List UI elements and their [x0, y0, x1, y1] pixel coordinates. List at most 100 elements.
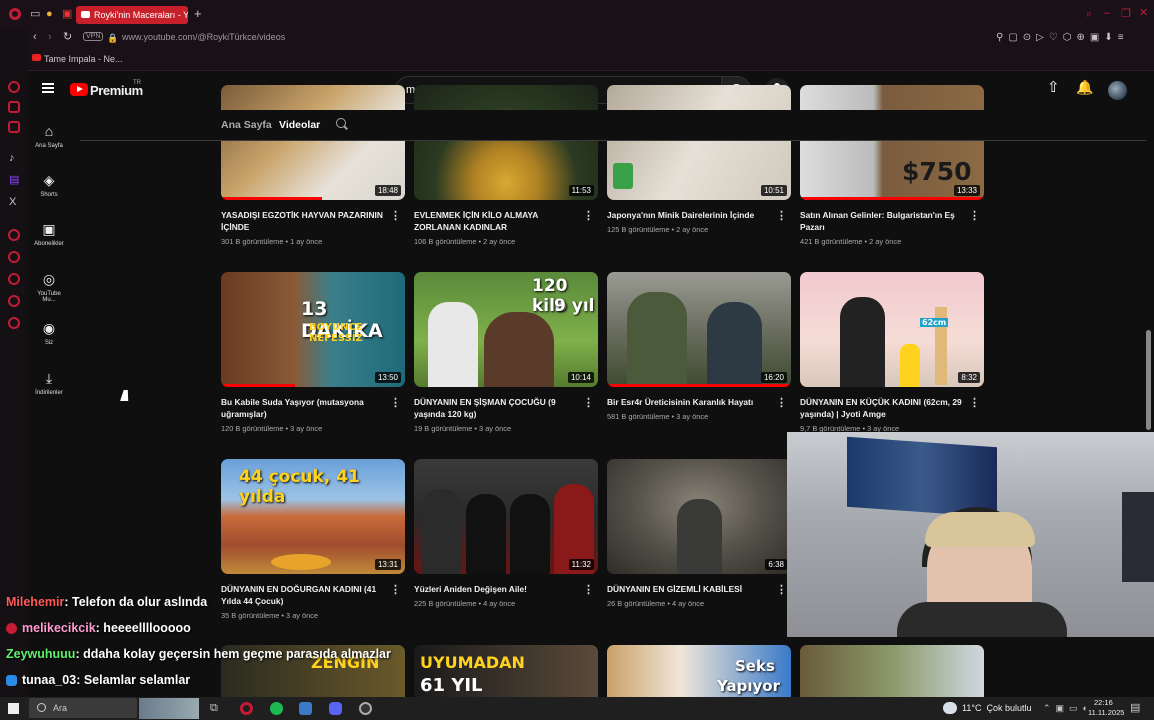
video-title[interactable]: DÜNYANIN EN DOĞURGAN KADINI (41 Yılda 44… [221, 583, 389, 607]
windows-start-icon[interactable] [8, 703, 19, 714]
video-thumbnail[interactable]: 120 kilo 9 yıl 10:14 [414, 272, 598, 387]
nav-item-music[interactable]: ◎ YouTube Mu... [30, 271, 68, 303]
video-thumbnail[interactable]: 18:48 [221, 85, 405, 200]
opera-taskbar-icon[interactable] [240, 702, 253, 715]
spotify-taskbar-icon[interactable] [270, 702, 283, 715]
reload-icon[interactable]: ↻ [63, 32, 72, 43]
sidebar-instagram-icon[interactable] [8, 121, 20, 133]
video-card[interactable]: 44 çocuk, 41 yılda 13:31 DÜNYANIN EN DOĞ… [221, 459, 405, 620]
avatar[interactable] [1108, 81, 1127, 100]
vpn-badge[interactable]: VPN [83, 32, 104, 41]
sidebar-twitch-icon[interactable]: ▤ [9, 175, 19, 186]
video-thumbnail[interactable]: 6:38 [607, 459, 791, 574]
sidebar-settings-icon[interactable] [8, 317, 20, 329]
video-title[interactable]: YASADIŞI EGZOTİK HAYVAN PAZARININ İÇİNDE [221, 209, 389, 233]
more-actions-icon[interactable]: ⋮ [390, 396, 401, 409]
upload-icon[interactable]: ⇧ [1047, 80, 1060, 95]
video-card[interactable]: 13 DAKİKA BOYUNCE NEFESSİZ 13:50 Bu Kabi… [221, 272, 405, 433]
video-thumbnail[interactable]: 44 çocuk, 41 yılda 13:31 [221, 459, 405, 574]
nav-item-you[interactable]: ◉ Siz [30, 320, 68, 346]
sidebar-tiktok-icon[interactable]: ♪ [9, 153, 15, 164]
video-card[interactable]: 16:20 Bir Esr4r Üreticisinin Karanlık Ha… [607, 272, 791, 421]
tab-videos[interactable]: Videolar [279, 119, 320, 131]
video-card[interactable]: 62cm 8:32 DÜNYANIN EN KÜÇÜK KADINI (62cm… [800, 272, 984, 433]
opera-logo-icon[interactable] [9, 8, 21, 20]
back-icon[interactable]: ‹ [33, 32, 37, 43]
chrome-tab-icon[interactable]: ● [46, 9, 53, 20]
sidebar-aria-icon[interactable] [8, 81, 20, 93]
minimize-icon[interactable]: – [1104, 8, 1110, 19]
sidebar-history-icon[interactable] [8, 229, 20, 241]
video-card[interactable]: 120 kilo 9 yıl 10:14 DÜNYANIN EN ŞİŞMAN … [414, 272, 598, 433]
video-title[interactable]: Yüzleri Aniden Değişen Aile! [414, 583, 582, 595]
clock-date[interactable]: 11.11.2025 [1088, 708, 1124, 717]
bookmarks-bar: Tame Impala - Ne... [28, 47, 1154, 71]
obs-taskbar-icon[interactable] [359, 702, 372, 715]
search-tabs-icon[interactable]: ⌕ [1086, 9, 1092, 20]
more-actions-icon[interactable]: ⋮ [390, 209, 401, 222]
video-title[interactable]: DÜNYANIN EN ŞİŞMAN ÇOCUĞU (9 yaşında 120… [414, 396, 582, 420]
windows-taskbar: ⧉ 11°C Çok bulutlu ⌃▣▭◐ 22:16 11.11.2025… [0, 697, 1154, 720]
video-title[interactable]: EVLENMEK İÇİN KİLO ALMAYA ZORLANAN KADIN… [414, 209, 582, 233]
tab-active[interactable]: Royki'nin Maceraları - You [76, 6, 188, 24]
video-thumbnail[interactable]: 11:32 [414, 459, 598, 574]
video-title[interactable]: DÜNYANIN EN KÜÇÜK KADINI (62cm, 29 yaşın… [800, 396, 968, 420]
url-field[interactable]: www.youtube.com/@RoykiTürkce/videos [122, 32, 285, 42]
toolbar-icons[interactable]: ⚲▢⊙▷♡⬡⊕▣⬇≡ [996, 32, 1129, 43]
tab-workspace-icon[interactable]: ▭ [30, 9, 40, 20]
video-thumbnail[interactable]: 10:51 [607, 85, 791, 200]
sidebar-pin-icon[interactable] [8, 273, 20, 285]
video-thumbnail[interactable]: 11:53 [414, 85, 598, 200]
more-actions-icon[interactable]: ⋮ [969, 396, 980, 409]
more-actions-icon[interactable]: ⋮ [969, 209, 980, 222]
new-tab-button[interactable]: + [194, 7, 202, 20]
task-view-icon[interactable]: ⧉ [210, 703, 218, 714]
clock-time[interactable]: 22:16 [1094, 698, 1113, 707]
nav-item-shorts[interactable]: ◈ Shorts [30, 172, 68, 198]
gmail-tab-icon[interactable]: ▣ [62, 9, 72, 20]
video-thumbnail[interactable]: 13 DAKİKA BOYUNCE NEFESSİZ 13:50 [221, 272, 405, 387]
video-thumbnail[interactable]: UYUMADAN 61 YIL [414, 645, 598, 697]
video-card[interactable]: 6:38 DÜNYANIN EN GİZEMLİ KABİLESİ 26 B g… [607, 459, 791, 608]
weather-status[interactable]: 11°C Çok bulutlu [962, 703, 1031, 713]
more-actions-icon[interactable]: ⋮ [390, 583, 401, 596]
discord-taskbar-icon[interactable] [329, 702, 342, 715]
video-thumbnail[interactable]: 16:20 [607, 272, 791, 387]
tray-icons[interactable]: ⌃▣▭◐ [1043, 703, 1093, 714]
video-thumbnail[interactable]: 62cm 8:32 [800, 272, 984, 387]
video-card[interactable]: 10:51 Japonya'nın Minik Dairelerinin İçi… [607, 85, 791, 234]
video-thumbnail[interactable]: $750 13:33 [800, 85, 984, 200]
sidebar-messages-icon[interactable] [8, 295, 20, 307]
close-window-icon[interactable]: ✕ [1139, 8, 1148, 19]
forward-icon[interactable]: › [48, 32, 52, 43]
more-actions-icon[interactable]: ⋮ [776, 396, 787, 409]
tab-home[interactable]: Ana Sayfa [221, 119, 272, 131]
video-thumbnail[interactable]: Seks Yapıyor [607, 645, 791, 697]
more-actions-icon[interactable]: ⋮ [776, 209, 787, 222]
sidebar-x-icon[interactable]: X [9, 197, 16, 208]
nav-item-subscriptions[interactable]: ▣ Abonelikler [30, 221, 68, 247]
hamburger-menu-icon[interactable] [42, 83, 54, 93]
more-actions-icon[interactable]: ⋮ [776, 583, 787, 596]
app-taskbar-icon[interactable] [299, 702, 312, 715]
maximize-icon[interactable]: ❐ [1121, 9, 1131, 20]
more-actions-icon[interactable]: ⋮ [583, 209, 594, 222]
video-title[interactable]: Bir Esr4r Üreticisinin Karanlık Hayatı [607, 396, 775, 408]
taskbar-widget[interactable] [139, 698, 199, 719]
nav-item-downloads[interactable]: ⤓ İndirilenler [30, 370, 68, 396]
video-card[interactable]: 11:32 Yüzleri Aniden Değişen Aile! 225 B… [414, 459, 598, 608]
more-actions-icon[interactable]: ⋮ [583, 396, 594, 409]
nav-item-home[interactable]: ⌂ Ana Sayfa [30, 123, 68, 149]
video-thumbnail[interactable] [800, 645, 984, 697]
sidebar-clock-icon[interactable] [8, 251, 20, 263]
notification-center-icon[interactable]: ▤ [1130, 703, 1140, 714]
bookmark-item[interactable]: Tame Impala - Ne... [44, 54, 123, 64]
video-title[interactable]: Satın Alınan Gelinler: Bulgaristan'ın Eş… [800, 209, 968, 233]
notifications-bell-icon[interactable]: 🔔 [1076, 80, 1093, 94]
video-title[interactable]: DÜNYANIN EN GİZEMLİ KABİLESİ [607, 583, 775, 595]
page-scrollbar[interactable] [1146, 330, 1151, 430]
sidebar-messenger-icon[interactable] [8, 101, 20, 113]
more-actions-icon[interactable]: ⋮ [583, 583, 594, 596]
video-title[interactable]: Bu Kabile Suda Yaşıyor (mutasyona uğramı… [221, 396, 389, 420]
video-title[interactable]: Japonya'nın Minik Dairelerinin İçinde [607, 209, 775, 221]
